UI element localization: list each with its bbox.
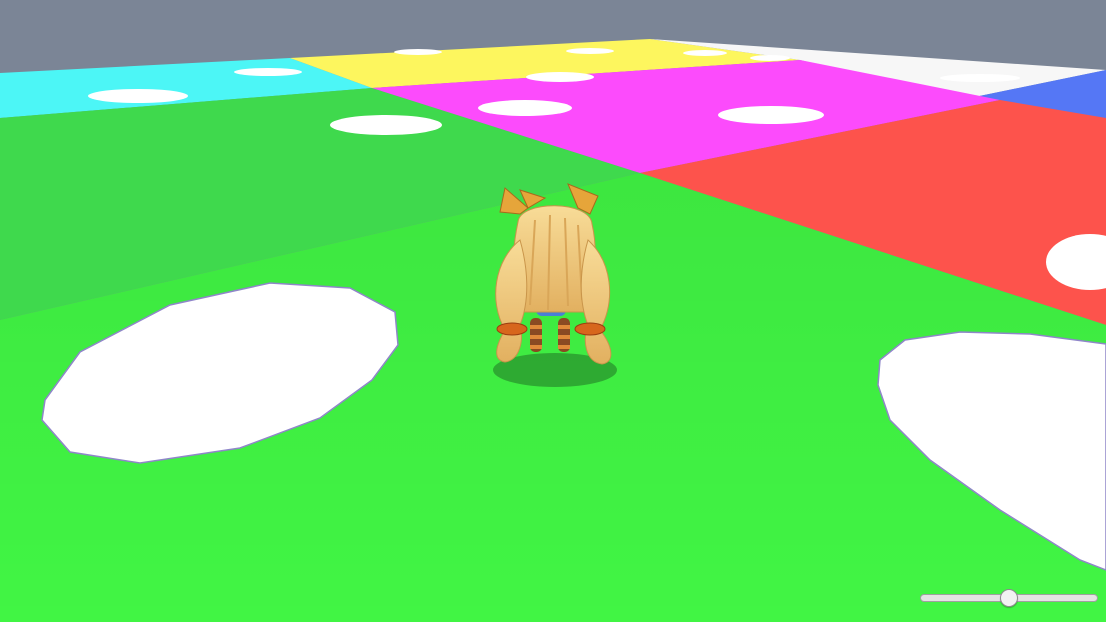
spot xyxy=(526,72,594,82)
character-hair-tie xyxy=(496,322,528,336)
spot xyxy=(394,49,442,55)
game-viewport[interactable] xyxy=(0,0,1106,622)
spot xyxy=(478,100,572,116)
spot xyxy=(750,55,790,61)
spot xyxy=(718,106,824,124)
spot xyxy=(940,74,1020,82)
spot xyxy=(88,89,188,103)
spot xyxy=(566,48,614,54)
spot xyxy=(330,115,442,135)
spot xyxy=(683,50,727,56)
spot xyxy=(234,68,302,76)
game-world xyxy=(0,0,1106,622)
slider-thumb[interactable] xyxy=(1000,589,1018,607)
hud-slider[interactable] xyxy=(920,589,1098,607)
character-hair-tie xyxy=(574,322,606,336)
